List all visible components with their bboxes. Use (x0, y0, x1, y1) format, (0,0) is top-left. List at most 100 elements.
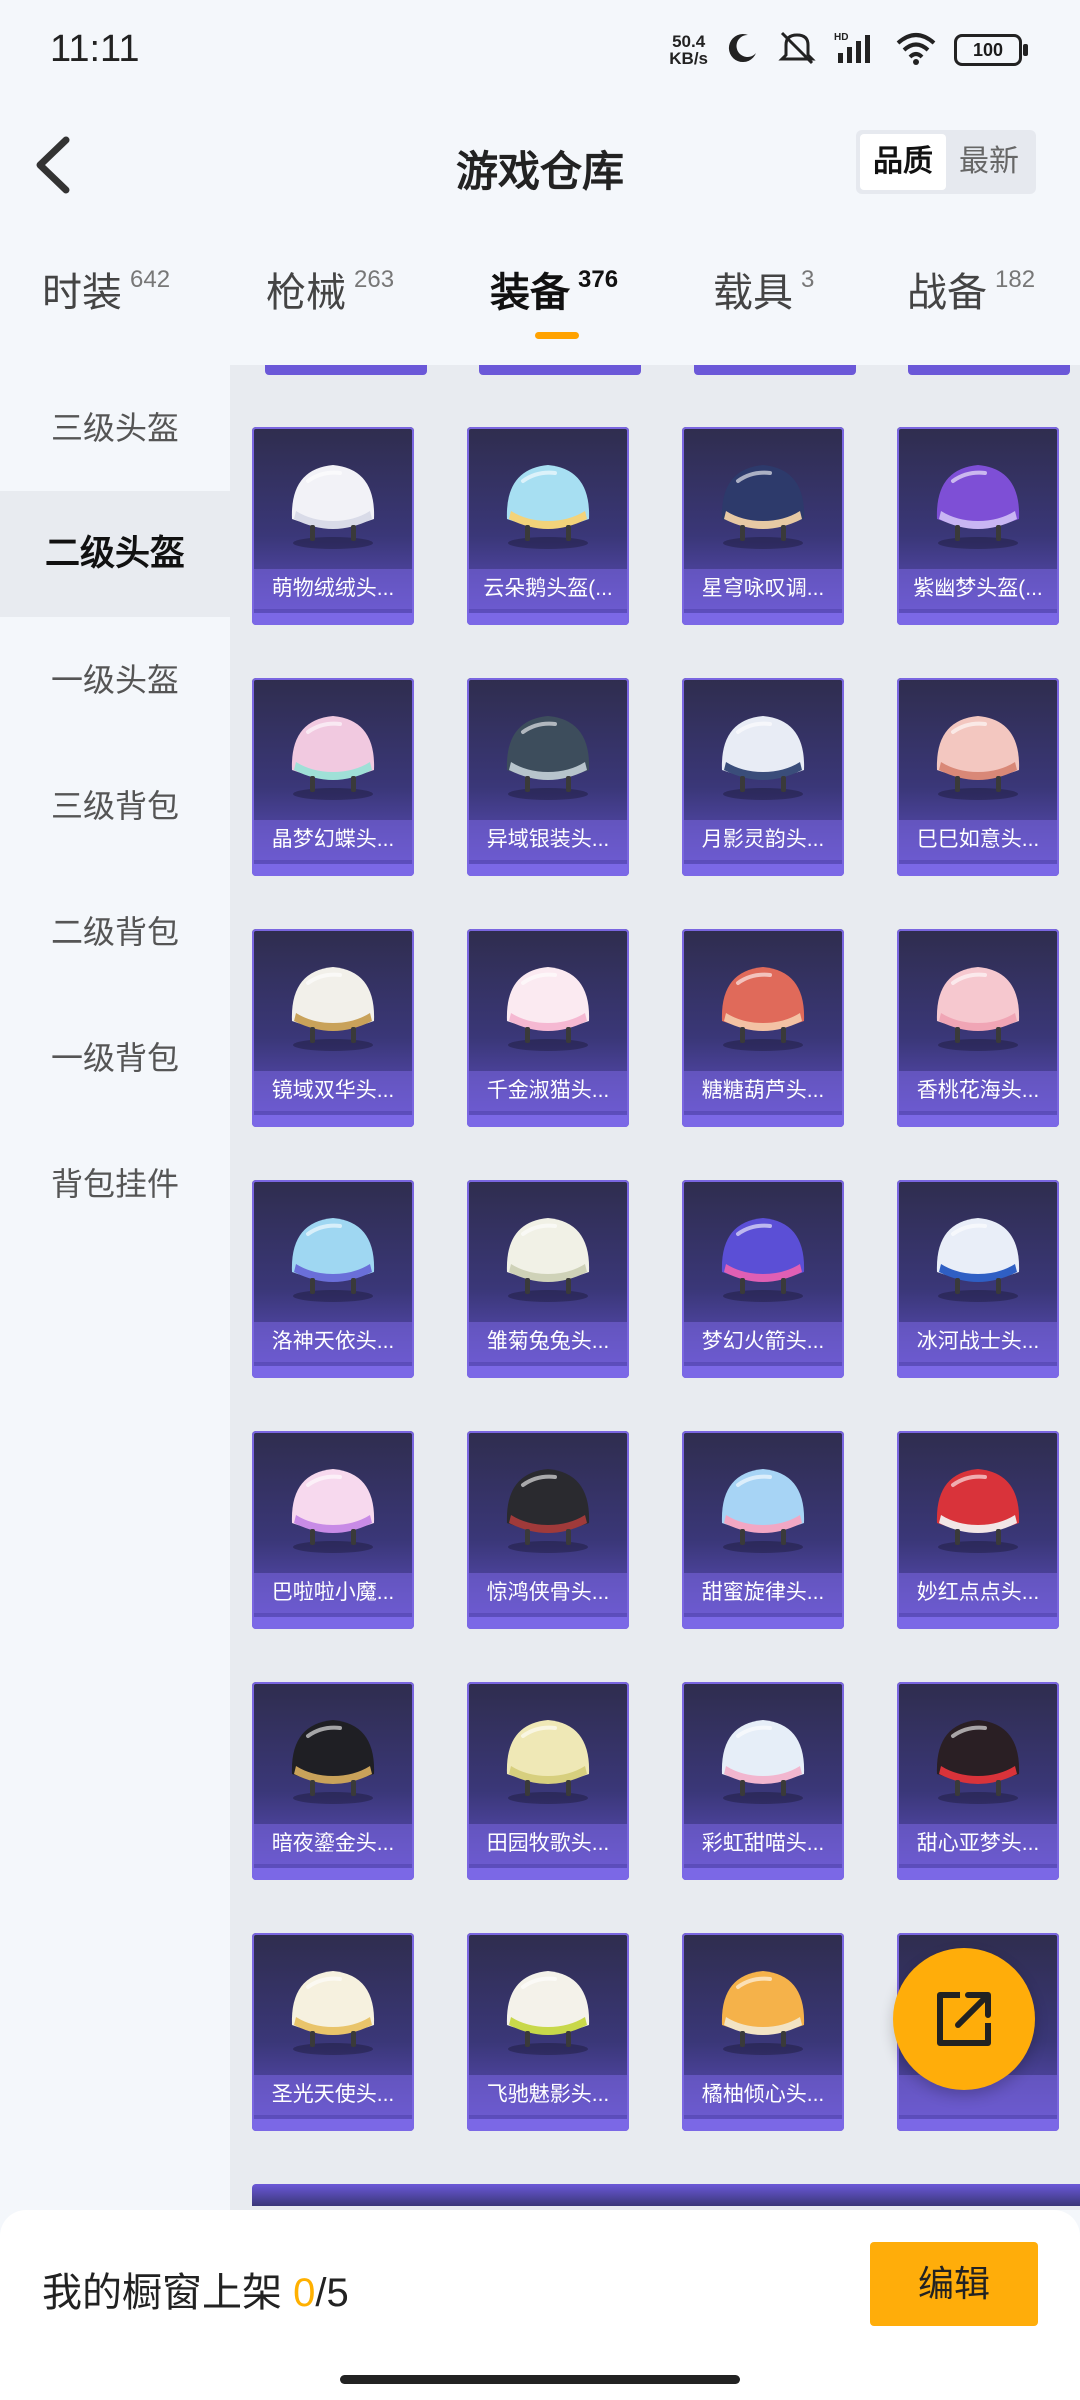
edit-button[interactable]: 编辑 (870, 2242, 1038, 2326)
helmet-icon (506, 1971, 590, 2055)
helmet-icon (721, 1218, 805, 1302)
sort-latest-button[interactable]: 最新 (946, 134, 1032, 190)
item-card[interactable]: 雏菊兔兔头... (467, 1180, 629, 1378)
rarity-strip (467, 1617, 629, 1629)
home-indicator[interactable] (340, 2375, 740, 2384)
item-card-partial[interactable] (907, 365, 1070, 375)
rarity-strip (252, 1617, 414, 1629)
moon-icon (726, 31, 760, 70)
status-bar: 11:11 50.4 KB/s HD 100 (0, 0, 1080, 100)
status-time: 11:11 (50, 28, 140, 70)
sort-quality-button[interactable]: 品质 (860, 134, 946, 190)
item-name: 田园牧歌头... (467, 1824, 629, 1864)
item-name: 异域银装头... (467, 820, 629, 860)
tab-supplies[interactable]: 战备 182 (907, 260, 1035, 318)
helmet-icon (721, 1971, 805, 2055)
item-card[interactable]: 圣光天使头... (252, 1933, 414, 2131)
item-card[interactable]: 糖糖葫芦头... (682, 929, 844, 1127)
item-name: 千金淑猫头... (467, 1071, 629, 1111)
item-card-partial[interactable] (897, 2184, 1080, 2206)
item-card[interactable]: 萌物绒绒头... (252, 427, 414, 625)
item-name: 飞驰魅影头... (467, 2075, 629, 2115)
showcase-label: 我的橱窗上架 0/5 (42, 2271, 349, 2315)
item-name: 冰河战士头... (897, 1322, 1059, 1362)
item-card[interactable]: 甜蜜旋律头... (682, 1431, 844, 1629)
sidebar-item-level1-backpack[interactable]: 一级背包 (0, 995, 230, 1121)
rarity-strip (897, 1366, 1059, 1378)
rarity-strip (252, 613, 414, 625)
sidebar-item-level2-backpack[interactable]: 二级背包 (0, 869, 230, 995)
item-name: 晶梦幻蝶头... (252, 820, 414, 860)
item-card[interactable]: 飞驰魅影头... (467, 1933, 629, 2131)
share-button[interactable] (893, 1948, 1035, 2090)
helmet-icon (936, 1218, 1020, 1302)
helmet-icon (721, 716, 805, 800)
header: 游戏仓库 品质 最新 (0, 110, 1080, 220)
helmet-icon (721, 967, 805, 1051)
item-card[interactable]: 暗夜鎏金头... (252, 1682, 414, 1880)
rarity-strip (252, 2119, 414, 2131)
item-card-partial[interactable] (265, 365, 428, 375)
rarity-strip (682, 1617, 844, 1629)
item-card-partial[interactable] (479, 365, 642, 375)
sidebar-item-level3-backpack[interactable]: 三级背包 (0, 743, 230, 869)
sidebar-item-level3-helmet[interactable]: 三级头盔 (0, 365, 230, 491)
item-card[interactable]: 惊鸿侠骨头... (467, 1431, 629, 1629)
rarity-strip (467, 1366, 629, 1378)
item-card[interactable]: 香桃花海头... (897, 929, 1059, 1127)
share-icon (937, 1992, 991, 2046)
sidebar-item-backpack-charm[interactable]: 背包挂件 (0, 1121, 230, 1247)
helmet-icon (291, 716, 375, 800)
category-tabs: 时装 642 枪械 263 装备 376 载具 3 战备 182 (0, 250, 1080, 350)
item-card[interactable]: 巳巳如意头... (897, 678, 1059, 876)
item-name: 星穹咏叹调... (682, 569, 844, 609)
item-card[interactable]: 洛神天依头... (252, 1180, 414, 1378)
rarity-strip (252, 1115, 414, 1127)
tab-vehicles[interactable]: 载具 3 (713, 260, 814, 318)
item-card[interactable]: 云朵鹅头盔(... (467, 427, 629, 625)
item-card[interactable]: 田园牧歌头... (467, 1682, 629, 1880)
item-card[interactable]: 千金淑猫头... (467, 929, 629, 1127)
item-card[interactable]: 彩虹甜喵头... (682, 1682, 844, 1880)
item-card[interactable]: 冰河战士头... (897, 1180, 1059, 1378)
item-card[interactable]: 妙红点点头... (897, 1431, 1059, 1629)
mute-icon (778, 31, 816, 70)
item-card[interactable]: 巴啦啦小魔... (252, 1431, 414, 1629)
sidebar-item-level1-helmet[interactable]: 一级头盔 (0, 617, 230, 743)
rarity-strip (897, 1115, 1059, 1127)
helmet-icon (291, 465, 375, 549)
rarity-strip (897, 1617, 1059, 1629)
signal-icon: HD (834, 31, 878, 70)
tab-equipment[interactable]: 装备 376 (490, 260, 618, 318)
tab-fashion[interactable]: 时装 642 (42, 260, 170, 318)
item-card[interactable]: 甜心亚梦头... (897, 1682, 1059, 1880)
sidebar-item-level2-helmet[interactable]: 二级头盔 (0, 491, 230, 617)
helmet-icon (721, 1469, 805, 1553)
active-tab-indicator (535, 332, 579, 339)
tab-weapons[interactable]: 枪械 263 (266, 260, 394, 318)
item-name: 圣光天使头... (252, 2075, 414, 2115)
rarity-strip (682, 864, 844, 876)
item-card[interactable]: 异域银装头... (467, 678, 629, 876)
item-name: 甜心亚梦头... (897, 1824, 1059, 1864)
item-card[interactable]: 紫幽梦头盔(... (897, 427, 1059, 625)
item-card[interactable]: 晶梦幻蝶头... (252, 678, 414, 876)
helmet-icon (506, 465, 590, 549)
item-card[interactable]: 橘柚倾心头... (682, 1933, 844, 2131)
showcase-total: /5 (315, 2271, 349, 2315)
item-card[interactable]: 梦幻火箭头... (682, 1180, 844, 1378)
rarity-strip (467, 1868, 629, 1880)
item-card[interactable]: 星穹咏叹调... (682, 427, 844, 625)
rarity-strip (467, 2119, 629, 2131)
helmet-icon (936, 1469, 1020, 1553)
helmet-icon (506, 967, 590, 1051)
network-speed: 50.4 KB/s (669, 32, 708, 68)
item-card[interactable]: 月影灵韵头... (682, 678, 844, 876)
item-name: 云朵鹅头盔(... (467, 569, 629, 609)
helmet-icon (506, 1720, 590, 1804)
item-card[interactable]: 镜域双华头... (252, 929, 414, 1127)
item-card-partial[interactable] (693, 365, 856, 375)
rarity-strip (682, 1366, 844, 1378)
item-name: 妙红点点头... (897, 1573, 1059, 1613)
rarity-strip (252, 1366, 414, 1378)
